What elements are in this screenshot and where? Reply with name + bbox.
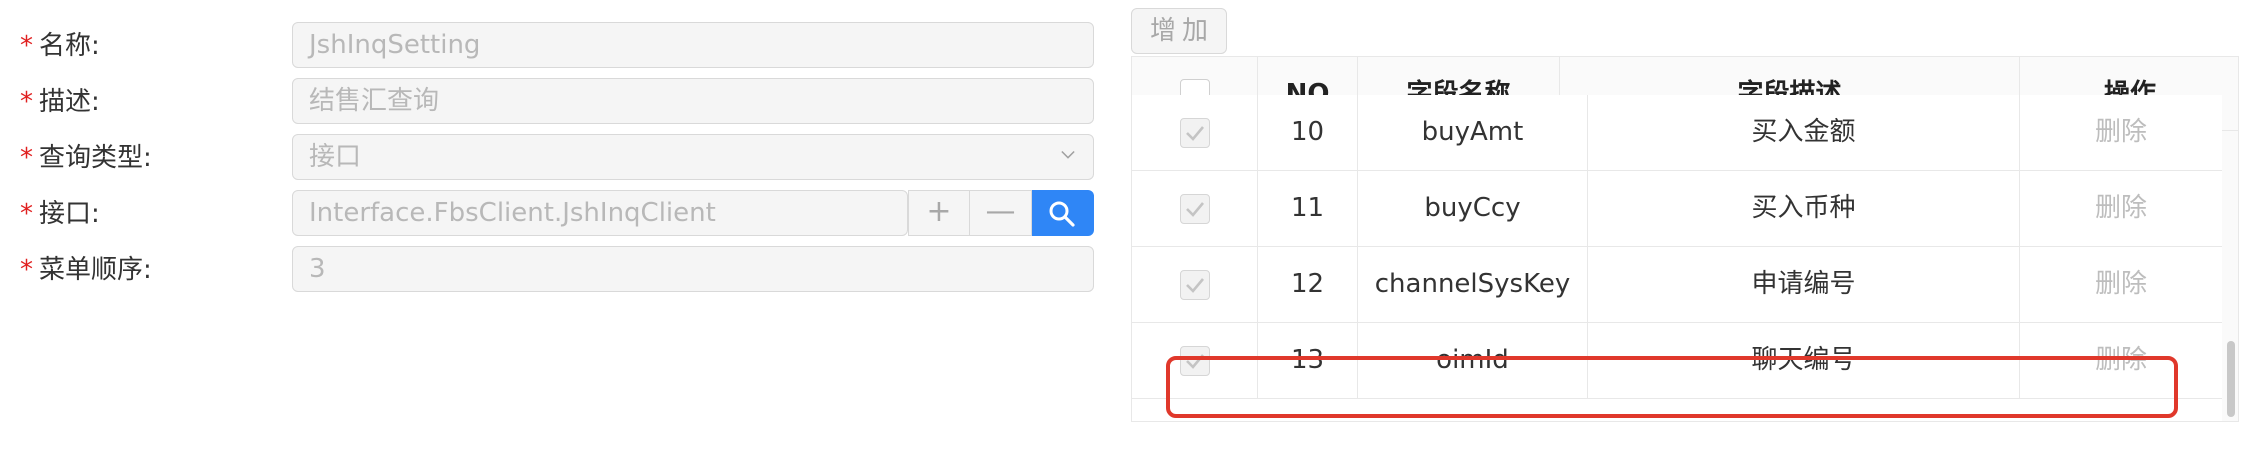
required-mark: * <box>20 199 33 229</box>
required-mark: * <box>20 255 33 285</box>
form-row-description: * 描述: 结售汇查询 <box>0 78 1100 126</box>
delete-link[interactable]: 删除 <box>2020 247 2222 323</box>
row-field-description: 聊天编号 <box>1588 323 2020 399</box>
row-select-cell <box>1132 323 1258 399</box>
query-type-label: * 查询类型: <box>20 143 152 173</box>
add-interface-button[interactable]: + <box>908 190 970 236</box>
description-label: * 描述: <box>20 87 100 117</box>
field-table: NO 字段名称 字段描述 操作 10 buyAmt 买入金额 删除 11 buy… <box>1131 56 2239 422</box>
interface-label: * 接口: <box>20 199 100 229</box>
form-row-interface: * 接口: Interface.FbsClient.JshInqClient + … <box>0 190 1100 238</box>
required-mark: * <box>20 87 33 117</box>
row-field-description: 买入金额 <box>1588 95 2020 171</box>
row-field-name: buyCcy <box>1358 171 1588 247</box>
row-field-description: 买入币种 <box>1588 171 2020 247</box>
table-scrollbar[interactable] <box>2222 131 2238 421</box>
row-field-name: channelSysKey <box>1358 247 1588 323</box>
row-checkbox[interactable] <box>1180 118 1210 148</box>
row-no: 11 <box>1258 171 1358 247</box>
form-row-name: * 名称: JshInqSetting <box>0 22 1100 70</box>
delete-link[interactable]: 删除 <box>2020 323 2222 399</box>
row-field-name: oimId <box>1358 323 1588 399</box>
required-mark: * <box>20 143 33 173</box>
check-icon <box>1186 278 1204 293</box>
search-button[interactable] <box>1032 190 1094 236</box>
interface-input[interactable]: Interface.FbsClient.JshInqClient <box>292 190 908 236</box>
query-type-value: 接口 <box>309 142 362 172</box>
required-mark: * <box>20 31 33 61</box>
row-select-cell <box>1132 95 1258 171</box>
row-checkbox[interactable] <box>1180 194 1210 224</box>
row-field-name: buyAmt <box>1358 95 1588 171</box>
row-no: 10 <box>1258 95 1358 171</box>
scrollbar-thumb[interactable] <box>2227 341 2235 417</box>
table-row: 12 channelSysKey 申请编号 删除 <box>1132 247 2222 323</box>
form-row-menu-order: * 菜单顺序: 3 <box>0 246 1100 294</box>
row-no: 13 <box>1258 323 1358 399</box>
row-no: 12 <box>1258 247 1358 323</box>
query-type-select[interactable]: 接口 <box>292 134 1094 180</box>
row-checkbox[interactable] <box>1180 270 1210 300</box>
table-row: 13 oimId 聊天编号 删除 <box>1132 323 2222 399</box>
row-field-description: 申请编号 <box>1588 247 2020 323</box>
check-icon <box>1186 126 1204 141</box>
row-select-cell <box>1132 171 1258 247</box>
description-input[interactable]: 结售汇查询 <box>292 78 1094 124</box>
chevron-down-icon <box>1061 150 1075 159</box>
row-checkbox[interactable] <box>1180 346 1210 376</box>
name-input[interactable]: JshInqSetting <box>292 22 1094 68</box>
remove-interface-button[interactable]: — <box>970 190 1032 236</box>
form-row-query-type: * 查询类型: 接口 <box>0 134 1100 182</box>
name-label: * 名称: <box>20 31 100 61</box>
add-button[interactable]: 增加 <box>1131 8 1227 54</box>
delete-link[interactable]: 删除 <box>2020 171 2222 247</box>
row-select-cell <box>1132 247 1258 323</box>
check-icon <box>1186 202 1204 217</box>
table-row: 10 buyAmt 买入金额 删除 <box>1132 95 2222 171</box>
menu-order-input[interactable]: 3 <box>292 246 1094 292</box>
search-icon <box>1049 201 1075 227</box>
check-icon <box>1186 354 1204 369</box>
delete-link[interactable]: 删除 <box>2020 95 2222 171</box>
menu-order-label: * 菜单顺序: <box>20 255 152 285</box>
table-row: 11 buyCcy 买入币种 删除 <box>1132 171 2222 247</box>
